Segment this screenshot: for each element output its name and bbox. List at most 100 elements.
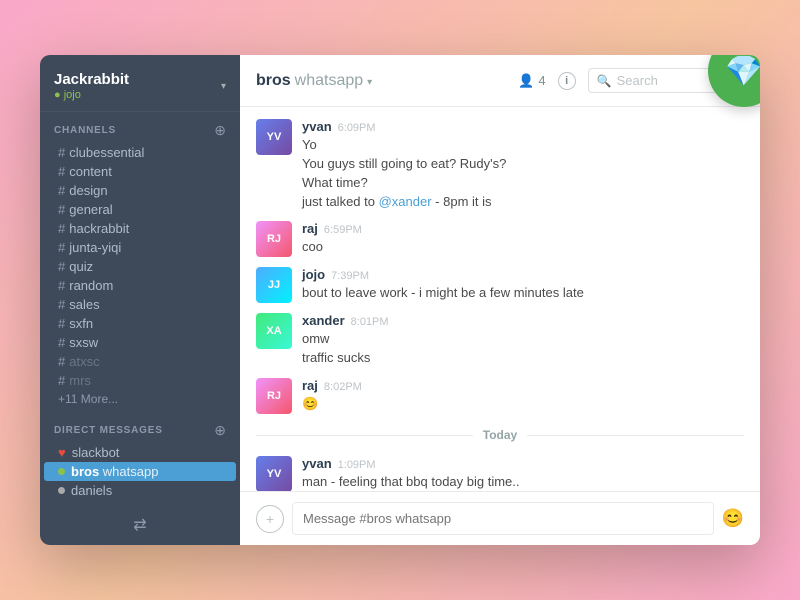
sidebar-header: Jackrabbit jojo ▾ bbox=[40, 55, 240, 112]
message-content: xander 8:01PM omw traffic sucks bbox=[302, 313, 744, 368]
table-row: YV yvan 1:09PM man - feeling that bbq to… bbox=[256, 456, 744, 491]
member-count: 👤 4 bbox=[518, 73, 545, 89]
chevron-down-icon[interactable]: ▾ bbox=[221, 81, 226, 92]
message-content: jojo 7:39PM bout to leave work - i might… bbox=[302, 267, 744, 303]
table-row: YV yvan 6:09PM Yo You guys still going t… bbox=[256, 119, 744, 211]
message-text: Yo bbox=[302, 136, 744, 155]
message-time: 7:39PM bbox=[331, 270, 369, 282]
sidebar-item-clubessential[interactable]: #clubessential bbox=[44, 143, 236, 162]
dm-item-slackbot[interactable]: ♥ slackbot bbox=[44, 443, 236, 462]
dm-item-bros[interactable]: bros whatsapp bbox=[44, 462, 236, 481]
sketch-icon: 💎 bbox=[725, 55, 760, 89]
message-text: omw bbox=[302, 330, 744, 349]
sidebar-item-sxsw[interactable]: #sxsw bbox=[44, 333, 236, 352]
message-author: yvan bbox=[302, 456, 332, 471]
info-icon[interactable]: i bbox=[558, 72, 576, 90]
add-channel-icon[interactable]: ⊕ bbox=[214, 122, 226, 139]
avatar: YV bbox=[256, 119, 292, 155]
workspace-title: Jackrabbit bbox=[54, 71, 129, 88]
message-text: What time? bbox=[302, 174, 744, 193]
message-time: 8:02PM bbox=[324, 381, 362, 393]
sidebar: Jackrabbit jojo ▾ CHANNELS ⊕ #clubessent… bbox=[40, 55, 240, 545]
messages-area: YV yvan 6:09PM Yo You guys still going t… bbox=[240, 107, 760, 491]
hash-icon: # bbox=[58, 202, 65, 217]
sidebar-item-design[interactable]: #design bbox=[44, 181, 236, 200]
hash-icon: # bbox=[58, 183, 65, 198]
emoji-icon[interactable]: 😊 bbox=[722, 508, 744, 529]
message-meta: xander 8:01PM bbox=[302, 313, 744, 328]
message-input[interactable] bbox=[292, 502, 714, 535]
message-author: raj bbox=[302, 221, 318, 236]
dm-section: DIRECT MESSAGES ⊕ ♥ slackbot bros whatsa… bbox=[40, 412, 240, 504]
away-dot-icon bbox=[58, 487, 65, 494]
sidebar-item-sales[interactable]: #sales bbox=[44, 295, 236, 314]
message-time: 6:09PM bbox=[338, 122, 376, 134]
hash-icon: # bbox=[58, 297, 65, 312]
main-header: bros whatsapp ▾ 👤 4 i 🔍 Search ⚙ bbox=[240, 55, 760, 107]
mention-link[interactable]: @xander bbox=[379, 194, 432, 209]
dm-section-header: DIRECT MESSAGES ⊕ bbox=[40, 422, 240, 443]
sidebar-footer: ⇄ bbox=[40, 505, 240, 545]
message-author: xander bbox=[302, 313, 345, 328]
channels-label: CHANNELS bbox=[54, 125, 116, 136]
table-row: RJ raj 8:02PM 😊 bbox=[256, 378, 744, 414]
sidebar-item-atxsc[interactable]: #atxsc bbox=[44, 352, 236, 371]
message-author: jojo bbox=[302, 267, 325, 282]
sidebar-item-mrs[interactable]: #mrs bbox=[44, 371, 236, 390]
avatar: RJ bbox=[256, 221, 292, 257]
message-text: You guys still going to eat? Rudy's? bbox=[302, 155, 744, 174]
search-box[interactable]: 🔍 Search bbox=[588, 68, 718, 93]
today-label: Today bbox=[483, 428, 517, 442]
hash-icon: # bbox=[58, 145, 65, 160]
message-content: raj 8:02PM 😊 bbox=[302, 378, 744, 414]
sidebar-item-general[interactable]: #general bbox=[44, 200, 236, 219]
more-channels-link[interactable]: +11 More... bbox=[44, 390, 236, 408]
dm-name: slackbot bbox=[72, 445, 120, 460]
message-meta: raj 6:59PM bbox=[302, 221, 744, 236]
channel-name-bold: bros bbox=[256, 72, 291, 90]
sidebar-item-quiz[interactable]: #quiz bbox=[44, 257, 236, 276]
message-text: 😊 bbox=[302, 395, 744, 414]
hash-icon: # bbox=[58, 335, 65, 350]
message-author: yvan bbox=[302, 119, 332, 134]
channels-section: CHANNELS ⊕ #clubessential #content #desi… bbox=[40, 112, 240, 412]
online-dot-icon bbox=[58, 468, 65, 475]
message-content: yvan 1:09PM man - feeling that bbq today… bbox=[302, 456, 744, 491]
add-dm-icon[interactable]: ⊕ bbox=[214, 422, 226, 439]
search-icon: 🔍 bbox=[597, 74, 612, 88]
avatar: JJ bbox=[256, 267, 292, 303]
divider-line bbox=[256, 435, 473, 436]
main-content: bros whatsapp ▾ 👤 4 i 🔍 Search ⚙ bbox=[240, 55, 760, 545]
shuffle-icon[interactable]: ⇄ bbox=[133, 515, 146, 535]
search-placeholder: Search bbox=[617, 73, 658, 88]
divider-line bbox=[527, 435, 744, 436]
message-meta: jojo 7:39PM bbox=[302, 267, 744, 282]
dm-name: daniels bbox=[71, 483, 112, 498]
message-time: 1:09PM bbox=[338, 459, 376, 471]
avatar: RJ bbox=[256, 378, 292, 414]
message-meta: yvan 6:09PM bbox=[302, 119, 744, 134]
dropdown-arrow-icon[interactable]: ▾ bbox=[367, 77, 372, 88]
avatar: XA bbox=[256, 313, 292, 349]
message-input-area: + 😊 bbox=[240, 491, 760, 545]
message-content: yvan 6:09PM Yo You guys still going to e… bbox=[302, 119, 744, 211]
app-window: Jackrabbit jojo ▾ CHANNELS ⊕ #clubessent… bbox=[40, 55, 760, 545]
dm-item-daniels[interactable]: daniels bbox=[44, 481, 236, 500]
people-icon: 👤 bbox=[518, 73, 534, 89]
message-content: raj 6:59PM coo bbox=[302, 221, 744, 257]
channel-name-light: whatsapp bbox=[295, 72, 364, 90]
message-meta: yvan 1:09PM bbox=[302, 456, 744, 471]
sidebar-item-random[interactable]: #random bbox=[44, 276, 236, 295]
message-author: raj bbox=[302, 378, 318, 393]
sidebar-item-hackrabbit[interactable]: #hackrabbit bbox=[44, 219, 236, 238]
avatar: YV bbox=[256, 456, 292, 491]
dm-name: bros whatsapp bbox=[71, 464, 158, 479]
attach-icon[interactable]: + bbox=[256, 505, 284, 533]
message-time: 6:59PM bbox=[324, 224, 362, 236]
message-text: coo bbox=[302, 238, 744, 257]
sidebar-item-sxfn[interactable]: #sxfn bbox=[44, 314, 236, 333]
sidebar-item-content[interactable]: #content bbox=[44, 162, 236, 181]
sidebar-item-junta-yiqi[interactable]: #junta-yiqi bbox=[44, 238, 236, 257]
channels-section-header: CHANNELS ⊕ bbox=[40, 122, 240, 143]
message-meta: raj 8:02PM bbox=[302, 378, 744, 393]
